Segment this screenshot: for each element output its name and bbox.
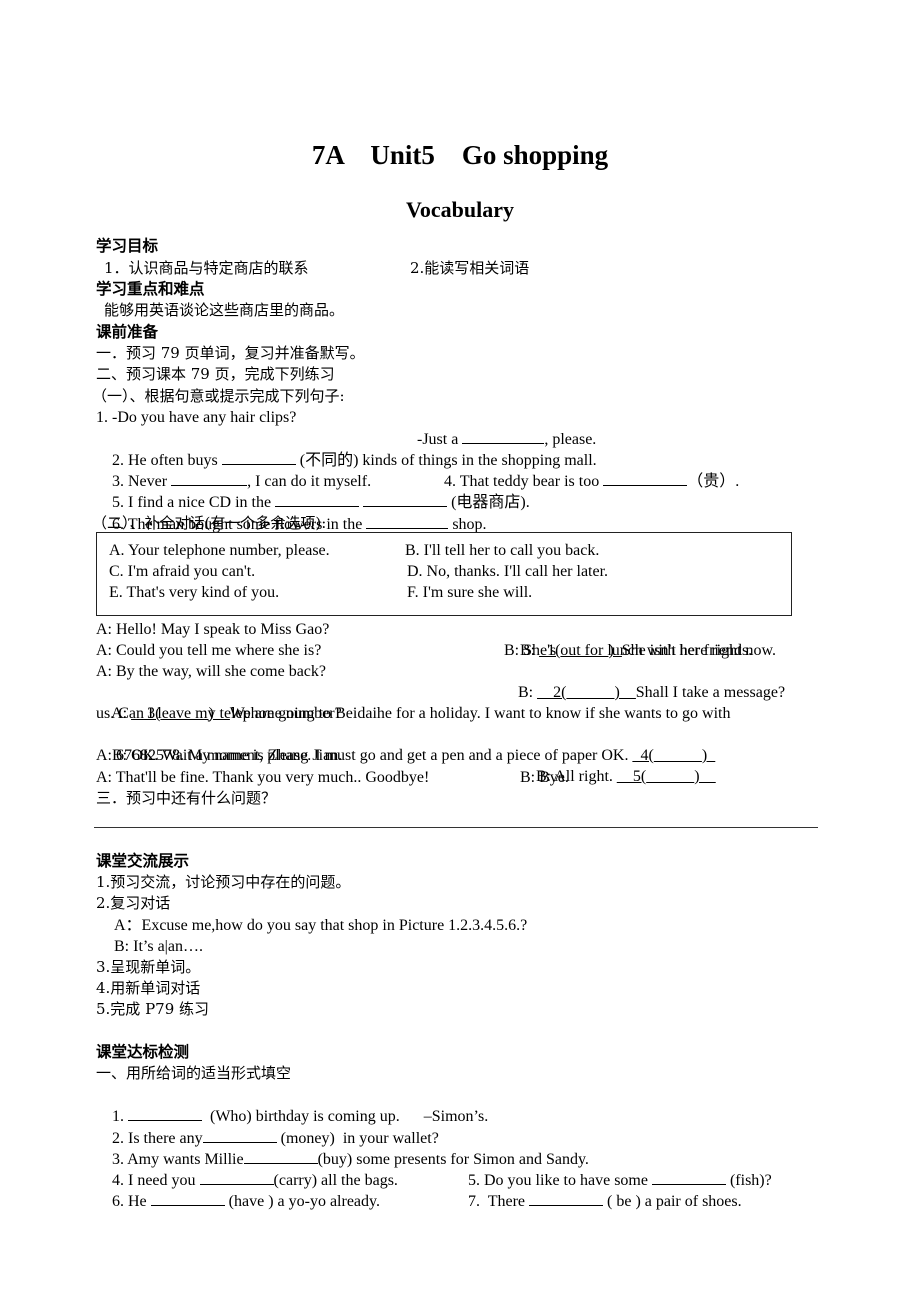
question-text: 7. There bbox=[468, 1193, 530, 1210]
goal-item-1: 1．认识商品与特定商店的联系 bbox=[104, 259, 309, 277]
answer-blank[interactable] bbox=[529, 1190, 604, 1206]
preview-task-1: 一．预习 79 页单词，复习并准备默写。 bbox=[96, 344, 365, 362]
option-f: F. I'm sure she will. bbox=[407, 584, 533, 601]
classroom-dialogue-a: A：Excuse me,how do you say that shop in … bbox=[114, 917, 528, 934]
test-instruction: 一、用所给词的适当形式填空 bbox=[96, 1064, 292, 1082]
classroom-item-1: 1.预习交流，讨论预习中存在的问题。 bbox=[96, 873, 351, 891]
document-title: 7A Unit5 Go shopping bbox=[311, 140, 609, 170]
dialogue-line-2b: B: She's out for lunch with her friends. bbox=[504, 642, 753, 659]
test-question-2: 2. Is there any (money) in your wallet? bbox=[96, 1106, 439, 1147]
dialogue-line-8a: A: That'll be fine. Thank you very much.… bbox=[96, 769, 430, 786]
dialogue-line-7a: A: 67682578. My name is Zhang Jian. bbox=[96, 747, 343, 764]
answer-blank[interactable] bbox=[603, 470, 688, 486]
dialogue-line-4: A: __3(______)__We are going to Beidaihe… bbox=[96, 682, 730, 722]
sentence-6-post: shop. bbox=[448, 516, 487, 533]
goals-heading: 学习目标 bbox=[96, 237, 159, 255]
dialogue-line-6: B: OK. Wait a moment, please. I must go … bbox=[96, 724, 715, 764]
document-subtitle: Vocabulary bbox=[406, 197, 514, 222]
answer-line[interactable] bbox=[94, 827, 818, 828]
sentence-5: 5. I find a nice CD in the (电器商店). bbox=[96, 470, 530, 511]
question-text: ( be ) a pair of shoes. bbox=[603, 1193, 742, 1210]
preview-heading: 课前准备 bbox=[96, 323, 159, 341]
part2-heading: （二）、补全对话(有一个多余选项): bbox=[92, 514, 327, 532]
dialogue-line-8b: B: Bye. bbox=[520, 769, 569, 786]
classroom-item-5: 5.完成 P79 练习 bbox=[96, 1000, 210, 1018]
key-points-heading: 学习重点和难点 bbox=[96, 280, 205, 298]
dialogue-line-1a: A: Hello! May I speak to Miss Gao? bbox=[96, 621, 330, 638]
answer-blank-5[interactable]: __5(______)__ bbox=[617, 768, 716, 785]
sentence-4-post: （贵）. bbox=[687, 473, 740, 490]
option-e: E. That's very kind of you. bbox=[109, 584, 280, 601]
sentence-2: 2. He often buys (不同的) kinds of things i… bbox=[96, 428, 597, 469]
dialogue-line-2a: A: Could you tell me where she is? bbox=[96, 642, 322, 659]
test-question-1: 1. (Who) birthday is coming up. –Simon’s… bbox=[96, 1084, 488, 1125]
answer-blank[interactable] bbox=[366, 513, 449, 529]
goal-item-2: 2.能读写相关词语 bbox=[410, 259, 530, 277]
test-question-7: 7. There ( be ) a pair of shoes. bbox=[452, 1169, 742, 1233]
test-heading: 课堂达标检测 bbox=[96, 1043, 190, 1061]
option-b: B. I'll tell her to call you back. bbox=[405, 542, 600, 559]
test-question-6: 6. He (have ) a yo-yo already. bbox=[96, 1169, 380, 1210]
preview-task-2: 二、预习课本 79 页，完成下列练习 bbox=[96, 365, 335, 383]
answer-blank[interactable] bbox=[150, 1190, 225, 1206]
test-question-3: 3. Amy wants Millie (buy) some presents f… bbox=[96, 1127, 589, 1168]
dialogue-line-3a: A: By the way, will she come back? bbox=[96, 663, 327, 680]
classroom-item-3: 3.呈现新单词。 bbox=[96, 958, 201, 976]
option-a: A. Your telephone number, please. bbox=[109, 542, 330, 559]
preview-task-3: 三．预习中还有什么问题？ bbox=[96, 789, 277, 807]
classroom-item-4: 4.用新单词对话 bbox=[96, 979, 201, 997]
option-c: C. I'm afraid you can't. bbox=[109, 563, 256, 580]
option-d: D. No, thanks. I'll call her later. bbox=[407, 563, 609, 580]
question-text: 6. He bbox=[112, 1193, 151, 1210]
key-points-text: 能够用英语谈论这些商店里的商品。 bbox=[104, 301, 345, 319]
part1-heading: （一）、根据句意或提示完成下列句子: bbox=[92, 387, 345, 405]
classroom-item-2: 2.复习对话 bbox=[96, 894, 171, 912]
options-box: A. Your telephone number, please. B. I'l… bbox=[96, 532, 792, 616]
classroom-dialogue-b: B: It’s a|an…. bbox=[114, 938, 203, 955]
dialogue-line-5: us. Can I leave my telephone number? bbox=[96, 705, 342, 722]
worksheet-page: 7A Unit5 Go shopping Vocabulary 学习目标 1．认… bbox=[0, 0, 920, 1300]
sentence-6: 6. The man bought some flowers in the sh… bbox=[96, 492, 487, 533]
classroom-heading: 课堂交流展示 bbox=[96, 852, 190, 870]
sentence-1a: 1. -Do you have any hair clips? bbox=[96, 409, 297, 426]
question-text: (have ) a yo-yo already. bbox=[224, 1193, 380, 1210]
test-question-4: 4. I need you (carry) all the bags. bbox=[96, 1148, 398, 1189]
sentence-3: 3. Never , I can do it myself. bbox=[96, 449, 371, 490]
